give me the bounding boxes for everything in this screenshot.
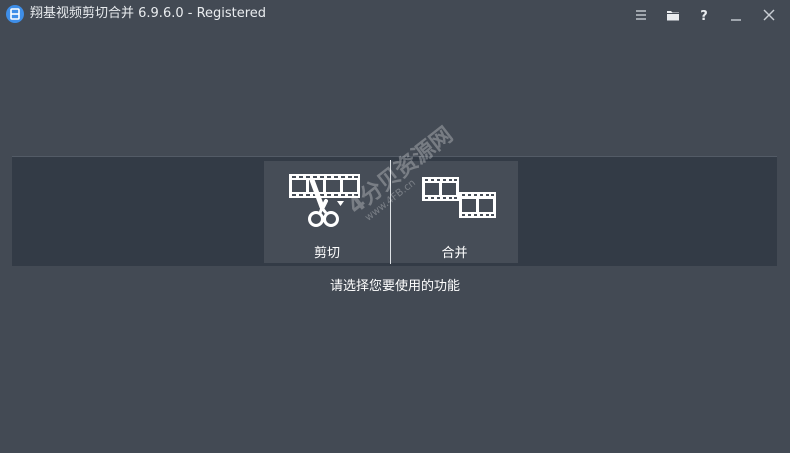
minimize-icon: [731, 19, 741, 21]
help-button[interactable]: ?: [693, 4, 715, 26]
film-merge-icon: [422, 177, 496, 218]
cut-label: 剪切: [313, 246, 340, 261]
minimize-button[interactable]: [725, 4, 747, 26]
title-bar[interactable]: 翔基视频剪切合并 6.9.6.0 - Registered ?: [0, 0, 790, 30]
help-icon: ?: [700, 9, 708, 24]
cut-option-button[interactable]: 剪切: [264, 161, 390, 263]
instruction-text: 请选择您要使用的功能: [329, 279, 460, 294]
menu-icon: [636, 10, 646, 20]
window-title: 翔基视频剪切合并 6.9.6.0 - Registered: [30, 6, 267, 21]
main-window: 翔基视频剪切合并 6.9.6.0 - Registered ? 剪切 合并 请选…: [0, 0, 790, 453]
merge-label: 合并: [441, 246, 468, 261]
close-icon: [763, 9, 775, 21]
close-button[interactable]: [758, 4, 780, 26]
menu-button[interactable]: [630, 4, 652, 26]
svg-text:?: ?: [700, 9, 708, 24]
folder-icon: [667, 11, 679, 21]
open-folder-button[interactable]: [662, 4, 684, 26]
film-scissors-icon: [289, 174, 360, 227]
function-panel: 剪切 合并: [12, 156, 777, 266]
merge-option-button[interactable]: 合并: [391, 161, 518, 263]
app-icon: [6, 5, 24, 23]
